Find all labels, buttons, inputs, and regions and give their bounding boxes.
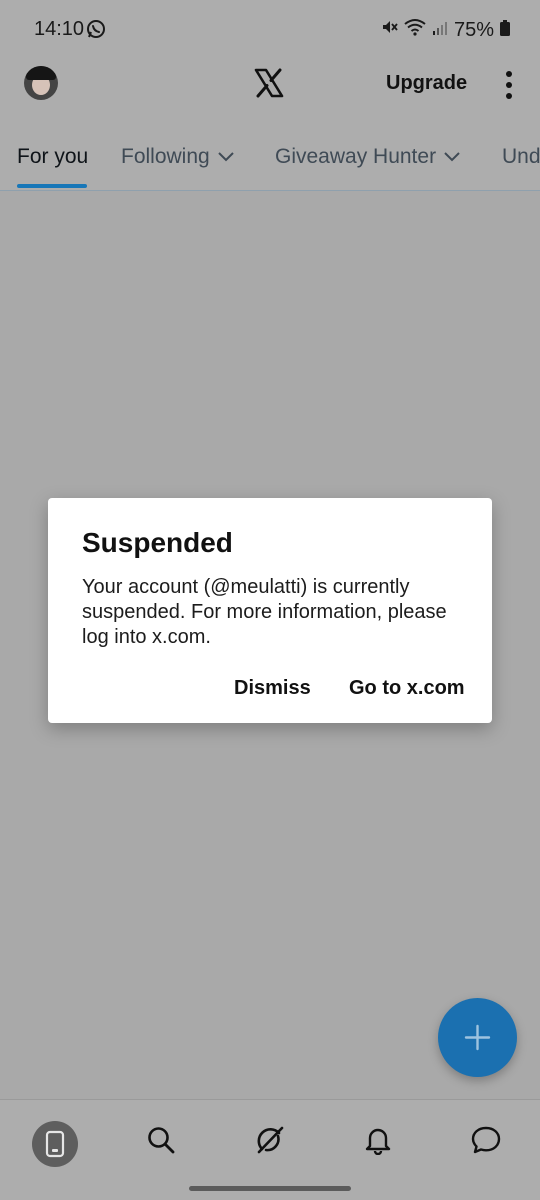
tab-for-you[interactable]: For you xyxy=(17,145,88,169)
status-bar: 14:10 75% xyxy=(0,0,540,58)
status-time: 14:10 xyxy=(34,18,85,40)
tab-label: Giveaway Hunter xyxy=(275,145,437,168)
active-tab-indicator xyxy=(17,184,87,188)
tab-giveaway-hunter[interactable]: Giveaway Hunter xyxy=(275,145,460,169)
compose-button[interactable] xyxy=(438,998,517,1077)
dialog-title: Suspended xyxy=(82,527,233,558)
upgrade-button[interactable]: Upgrade xyxy=(386,72,467,95)
battery-percent: 75% xyxy=(453,18,494,41)
wifi-icon xyxy=(404,18,426,42)
gesture-bar xyxy=(189,1186,351,1191)
timeline-tabs: For you Following Giveaway Hunter Und xyxy=(0,130,540,191)
tab-und[interactable]: Und xyxy=(502,145,540,169)
messages-icon[interactable] xyxy=(462,1116,510,1164)
home-icon[interactable] xyxy=(31,1120,79,1168)
tab-label: Und xyxy=(502,145,540,168)
chevron-down-icon xyxy=(218,152,234,162)
status-icons: 75% xyxy=(380,18,510,42)
grok-icon[interactable] xyxy=(246,1116,294,1164)
tab-following[interactable]: Following xyxy=(121,145,234,169)
dismiss-button[interactable]: Dismiss xyxy=(234,677,311,700)
search-icon[interactable] xyxy=(137,1116,185,1164)
whatsapp-icon xyxy=(86,19,106,44)
suspended-dialog: Suspended Your account (@meulatti) is cu… xyxy=(48,498,492,723)
tab-label: Following xyxy=(121,145,210,168)
mute-icon xyxy=(380,18,398,42)
go-to-x-button[interactable]: Go to x.com xyxy=(349,677,465,700)
dialog-message: Your account (@meulatti) is currently su… xyxy=(82,576,447,648)
signal-icon xyxy=(432,19,448,42)
notifications-icon[interactable] xyxy=(354,1116,402,1164)
x-logo-icon xyxy=(253,67,285,104)
bottom-navigation xyxy=(0,1099,540,1200)
avatar[interactable] xyxy=(24,66,58,100)
more-vertical-icon[interactable] xyxy=(504,70,514,105)
battery-icon xyxy=(500,19,510,42)
chevron-down-icon xyxy=(444,152,460,162)
top-app-bar: Upgrade xyxy=(0,58,540,130)
plus-icon xyxy=(464,1024,491,1051)
tab-label: For you xyxy=(17,145,89,168)
